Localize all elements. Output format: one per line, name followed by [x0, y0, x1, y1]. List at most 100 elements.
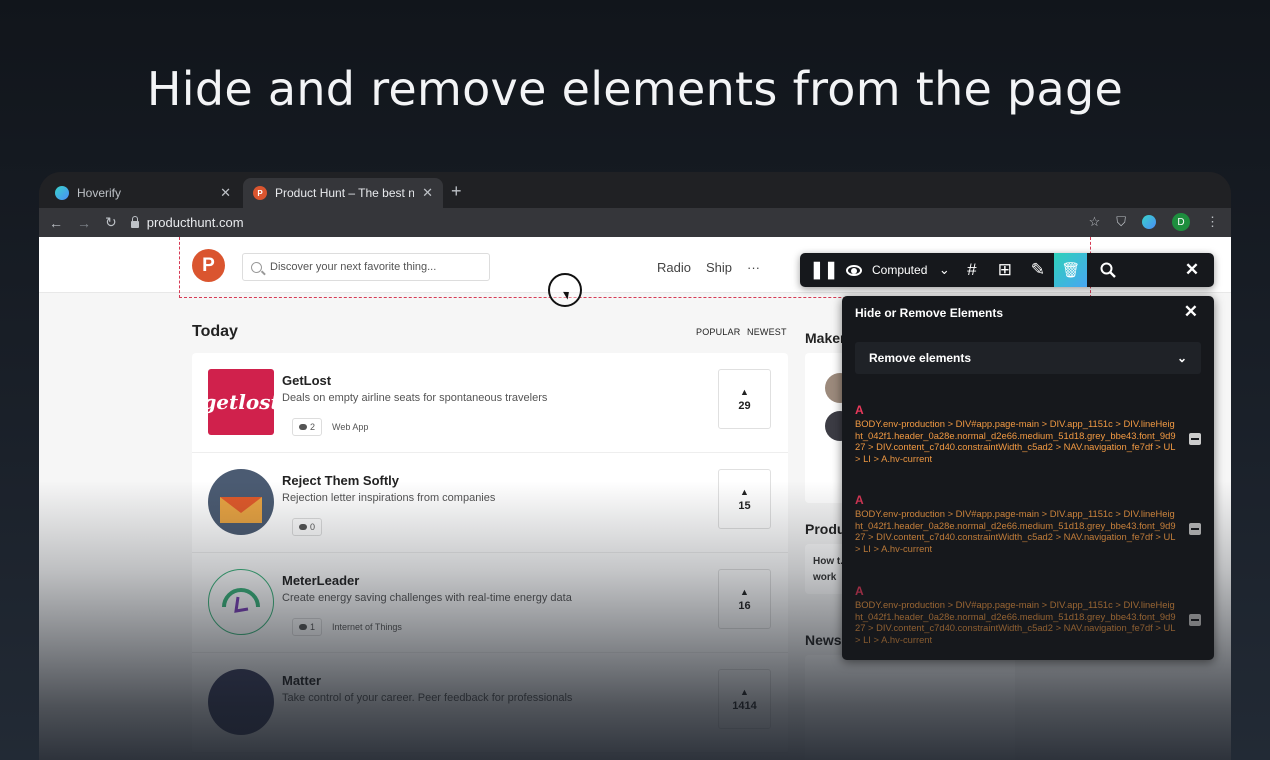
vote-count: 1414 — [732, 699, 757, 712]
post-topic[interactable]: Web App — [332, 422, 368, 432]
post-name[interactable]: MeterLeader — [282, 573, 359, 588]
mouse-cursor — [548, 273, 582, 307]
nav-ship[interactable]: Ship — [706, 260, 732, 275]
post-thumbnail — [208, 469, 274, 535]
nav-more[interactable]: ··· — [747, 260, 760, 275]
post-thumbnail — [208, 569, 274, 635]
shield-extension-icon[interactable]: ⛉ — [1116, 214, 1126, 230]
post-topic[interactable]: Internet of Things — [332, 622, 402, 632]
bookmark-star-icon[interactable]: ☆ — [1089, 214, 1101, 230]
close-icon[interactable]: ✕ — [1178, 253, 1206, 287]
close-tab-icon[interactable]: ✕ — [220, 185, 231, 201]
comment-count[interactable]: 1 — [292, 618, 323, 636]
menu-kebab-icon[interactable]: ⋮ — [1206, 214, 1219, 230]
tab-bar: Hoverify ✕ P Product Hunt – The best new… — [39, 172, 1231, 208]
headline: Hide and remove elements from the page — [146, 62, 1124, 116]
grid-hash-icon[interactable]: # — [955, 253, 988, 287]
search-icon[interactable] — [1091, 253, 1124, 287]
section-title: Today — [192, 323, 238, 340]
entry-tag: A — [855, 403, 864, 417]
chevron-down-icon: ⌄ — [1176, 351, 1187, 365]
vote-count: 15 — [738, 499, 751, 512]
mode-select[interactable]: Remove elements ⌄ — [855, 342, 1201, 374]
computed-dropdown[interactable]: Computed — [868, 263, 933, 277]
removed-element-entry: A BODY.env-production > DIV#app.page-mai… — [855, 403, 1201, 464]
url-text: producthunt.com — [146, 215, 244, 230]
post-tagline: Create energy saving challenges with rea… — [282, 592, 572, 604]
comment-icon — [299, 424, 307, 430]
entry-tag: A — [855, 493, 864, 507]
vote-count: 29 — [738, 399, 751, 412]
upvote-button[interactable]: ▲ 1414 — [718, 669, 771, 729]
removed-element-entry: A BODY.env-production > DIV#app.page-mai… — [855, 493, 1201, 554]
comment-icon — [299, 624, 307, 630]
sort-newest[interactable]: NEWEST — [747, 327, 787, 337]
hoverify-icon — [55, 186, 69, 200]
pencil-edit-icon[interactable]: ✎ — [1021, 253, 1054, 287]
upvote-button[interactable]: ▲ 29 — [718, 369, 771, 429]
hoverify-toolbar: ❚❚ Computed ⌄ # ⊞ ✎ 🗑 ✕ — [800, 253, 1214, 287]
browser-window: Hoverify ✕ P Product Hunt – The best new… — [39, 172, 1231, 760]
upvote-arrow-icon: ▲ — [740, 686, 749, 697]
url-field[interactable]: producthunt.com — [130, 215, 244, 230]
post-feed: getlost GetLost Deals on empty airline s… — [192, 353, 788, 753]
tab-hoverify[interactable]: Hoverify ✕ — [45, 178, 241, 208]
hide-remove-panel: Hide or Remove Elements ✕ Remove element… — [842, 296, 1214, 660]
tab-title: Product Hunt – The best new products — [275, 186, 415, 200]
profile-avatar[interactable]: D — [1172, 213, 1190, 231]
upvote-arrow-icon: ▲ — [740, 486, 749, 497]
search-input[interactable]: Discover your next favorite thing... — [242, 253, 490, 281]
lock-icon — [130, 215, 139, 228]
comment-count[interactable]: 0 — [292, 518, 323, 536]
back-icon[interactable]: ← — [49, 215, 63, 231]
chevron-down-icon[interactable]: ⌄ — [933, 253, 955, 287]
removed-element-entry: A BODY.env-production > DIV#app.page-mai… — [855, 584, 1201, 645]
new-tab-button[interactable]: + — [451, 182, 462, 200]
post-item[interactable]: Matter Take control of your career. Peer… — [192, 653, 788, 753]
hoverify-extension-icon[interactable] — [1142, 215, 1156, 229]
entry-selector-path: BODY.env-production > DIV#app.page-main … — [855, 418, 1176, 464]
newsletter-title: Newsl — [805, 632, 846, 648]
post-name[interactable]: Matter — [282, 673, 321, 688]
post-thumbnail — [208, 669, 274, 735]
post-name[interactable]: Reject Them Softly — [282, 473, 399, 488]
ph-logo[interactable]: P — [192, 249, 225, 282]
post-tagline: Take control of your career. Peer feedba… — [282, 692, 573, 704]
minus-icon[interactable] — [1189, 614, 1201, 626]
post-name[interactable]: GetLost — [282, 373, 331, 388]
upvote-button[interactable]: ▲ 16 — [718, 569, 771, 629]
post-item[interactable]: Reject Them Softly Rejection letter insp… — [192, 453, 788, 553]
inspect-eye-icon[interactable] — [840, 253, 868, 287]
close-tab-icon[interactable]: ✕ — [422, 185, 433, 201]
nav-radio[interactable]: Radio — [657, 260, 691, 275]
search-icon — [251, 261, 262, 273]
post-tagline: Rejection letter inspirations from compa… — [282, 492, 496, 504]
upvote-button[interactable]: ▲ 15 — [718, 469, 771, 529]
post-item[interactable]: getlost GetLost Deals on empty airline s… — [192, 353, 788, 453]
comment-icon — [299, 524, 307, 530]
close-icon[interactable]: ✕ — [1184, 302, 1198, 322]
entry-selector-path: BODY.env-production > DIV#app.page-main … — [855, 508, 1176, 554]
search-placeholder: Discover your next favorite thing... — [270, 261, 437, 273]
post-thumbnail: getlost — [208, 369, 274, 435]
comment-count[interactable]: 2 — [292, 418, 323, 436]
tab-producthunt[interactable]: P Product Hunt – The best new products ✕ — [243, 178, 443, 208]
trash-icon[interactable]: 🗑 — [1054, 253, 1088, 287]
minus-icon[interactable] — [1189, 433, 1201, 445]
panel-title: Hide or Remove Elements — [855, 306, 1004, 320]
vote-count: 16 — [738, 599, 751, 612]
tab-title: Hoverify — [77, 186, 122, 200]
minus-icon[interactable] — [1189, 523, 1201, 535]
newsletter-card — [805, 655, 1015, 760]
layout-grid-icon[interactable]: ⊞ — [988, 253, 1021, 287]
post-tagline: Deals on empty airline seats for spontan… — [282, 392, 548, 404]
sort-popular[interactable]: POPULAR — [696, 327, 740, 337]
post-item[interactable]: MeterLeader Create energy saving challen… — [192, 553, 788, 653]
address-bar: ← → ↻ producthunt.com ☆ ⛉ D ⋮ — [39, 208, 1231, 237]
pause-icon[interactable]: ❚❚ — [808, 253, 840, 287]
upvote-arrow-icon: ▲ — [740, 386, 749, 397]
producthunt-icon: P — [253, 186, 267, 200]
forward-icon[interactable]: → — [77, 215, 91, 231]
upvote-arrow-icon: ▲ — [740, 586, 749, 597]
reload-icon[interactable]: ↻ — [105, 214, 117, 231]
